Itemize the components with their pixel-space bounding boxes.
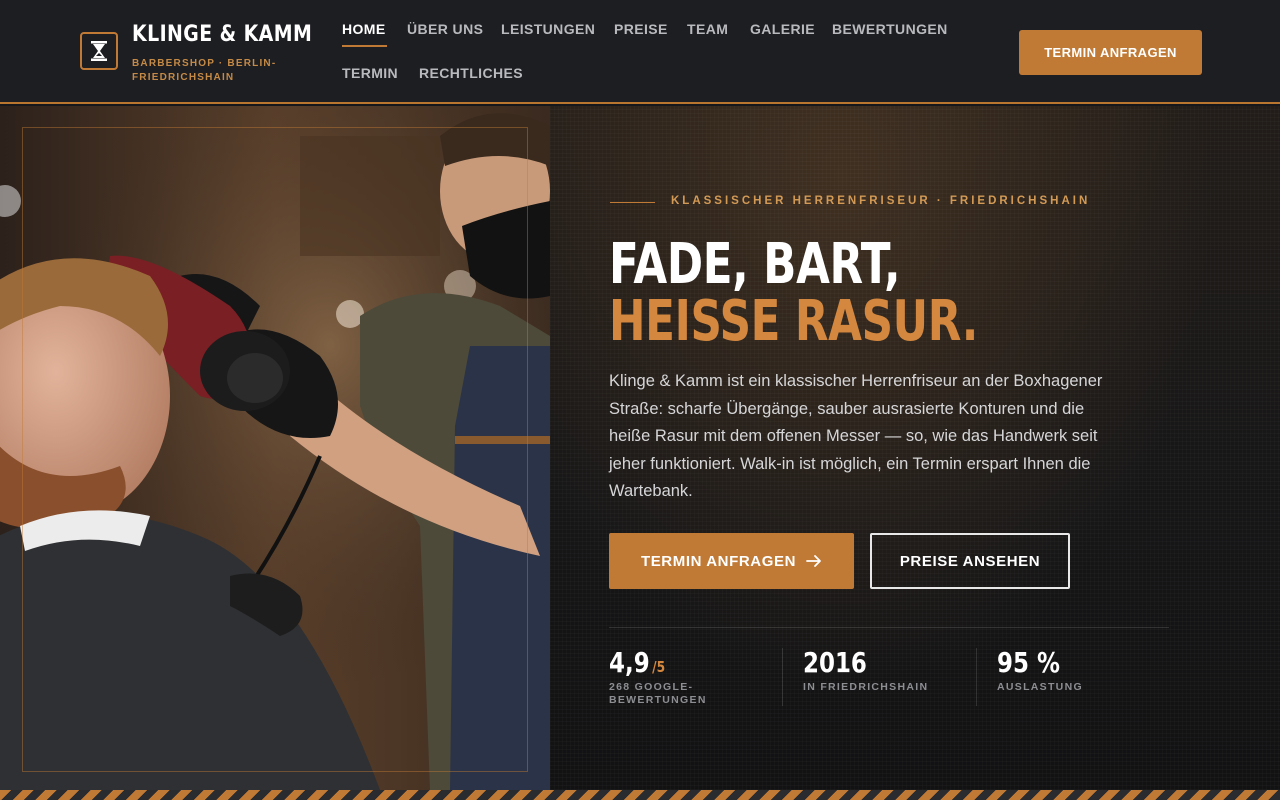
stat-founded-value: 2016 [803, 646, 867, 679]
hero-headline-line2: HEISSE RASUR. [609, 289, 978, 354]
hero-headline-line1: FADE, BART, [609, 232, 901, 297]
stat-separator [976, 648, 977, 706]
nav-active-indicator [342, 45, 387, 47]
stat-rating-number: 4,9 [609, 646, 650, 679]
nav-galerie[interactable]: GALERIE [750, 21, 815, 37]
stat-utilization-value: 95 % [997, 646, 1060, 679]
request-appointment-label: TERMIN ANFRAGEN [640, 552, 797, 570]
nav-team[interactable]: TEAM [687, 21, 728, 37]
nav-leistungen[interactable]: LEISTUNGEN [501, 21, 595, 37]
view-prices-button[interactable]: PREISE ANSEHEN [870, 533, 1070, 589]
stat-separator [782, 648, 783, 706]
site-header: KLINGE & KAMM BARBERSHOP · BERLIN-FRIEDR… [0, 0, 1280, 104]
stat-utilization-label: AUSLASTUNG [997, 681, 1083, 693]
nav-rechtliches[interactable]: RECHTLICHES [419, 65, 523, 81]
brand-tagline: BARBERSHOP · BERLIN-FRIEDRICHSHAIN [132, 58, 277, 83]
request-appointment-button[interactable]: TERMIN ANFRAGEN [609, 533, 854, 589]
logo[interactable] [80, 32, 118, 70]
hero-eyebrow: KLASSISCHER HERRENFRISEUR · FRIEDRICHSHA… [671, 195, 1091, 207]
nav-bewertungen[interactable]: BEWERTUNGEN [832, 21, 948, 37]
header-cta-button[interactable]: TERMIN ANFRAGEN [1019, 30, 1202, 75]
decorative-stripe [0, 790, 1280, 800]
nav-home[interactable]: HOME [342, 21, 386, 37]
stat-rating-suffix: /5 [652, 658, 666, 676]
stats-divider [609, 627, 1169, 628]
hero-headline: FADE, BART, HEISSE RASUR. [609, 236, 978, 350]
stat-rating-label: 268 GOOGLE-BEWERTUNGEN [609, 681, 707, 706]
hero-photo [0, 106, 550, 790]
arrow-right-icon [806, 555, 821, 567]
nav-preise[interactable]: PREISE [614, 21, 668, 37]
hero-lead: Klinge & Kamm ist ein klassischer Herren… [609, 372, 1103, 500]
eyebrow-line [610, 202, 655, 203]
nav-termin[interactable]: TERMIN [342, 65, 398, 81]
stat-rating-value: 4,9/5 [609, 646, 665, 679]
barber-scene-image [0, 106, 550, 790]
hourglass-icon [91, 41, 107, 61]
nav-ueber-uns[interactable]: ÜBER UNS [407, 21, 483, 37]
stat-founded-label: IN FRIEDRICHSHAIN [803, 681, 929, 693]
brand-name[interactable]: KLINGE & KAMM [132, 22, 312, 47]
